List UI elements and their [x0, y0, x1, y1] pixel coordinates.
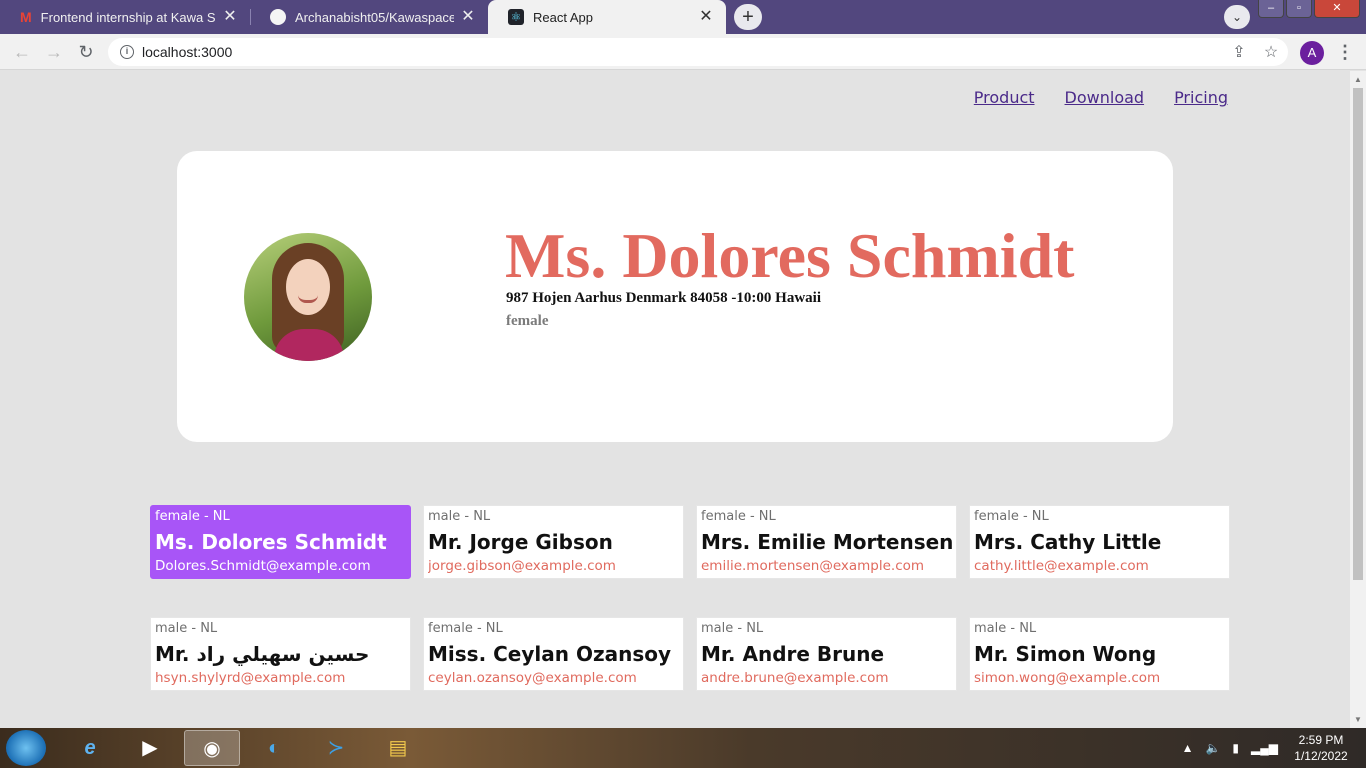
close-icon[interactable]: ✕: [460, 9, 476, 25]
user-card[interactable]: male - NL Mr. Andre Brune andre.brune@ex…: [696, 617, 957, 691]
menu-dots-icon[interactable]: ⋮: [1336, 41, 1354, 63]
user-card-name: Mrs. Cathy Little: [974, 530, 1162, 554]
clock-time: 2:59 PM: [1298, 733, 1344, 747]
profile-avatar[interactable]: A: [1300, 41, 1324, 65]
github-icon: [270, 9, 286, 25]
user-card-meta: female - NL: [155, 509, 230, 524]
profile-name: Ms. Dolores Schmidt: [505, 220, 1075, 291]
user-card-name: Mr. Andre Brune: [701, 642, 885, 666]
user-card-name: Mr. Simon Wong: [974, 642, 1157, 666]
url-text[interactable]: localhost:3000: [142, 44, 232, 60]
network-signal-icon[interactable]: ▂▄▆: [1251, 741, 1278, 755]
back-arrow-icon[interactable]: ←: [12, 42, 32, 62]
user-card-meta: male - NL: [428, 509, 491, 524]
tab-title: Frontend internship at Kawa Space: [40, 9, 216, 25]
user-card[interactable]: male - NL Mr. حسين سهيلي راد hsyn.shylyr…: [150, 617, 411, 691]
chrome-icon[interactable]: ◉: [184, 730, 240, 766]
nav-link-download[interactable]: Download: [1065, 88, 1145, 107]
scroll-up-arrow-icon[interactable]: ▲: [1353, 75, 1363, 84]
user-card-email: emilie.mortensen@example.com: [701, 558, 925, 574]
gmail-icon: M: [20, 9, 32, 25]
battery-icon[interactable]: ▮: [1232, 741, 1239, 755]
user-card-email: simon.wong@example.com: [974, 670, 1161, 686]
reload-icon[interactable]: ↻: [76, 42, 96, 62]
user-card-grid: female - NL Ms. Dolores Schmidt Dolores.…: [150, 505, 1230, 691]
react-icon: ⚛: [508, 9, 524, 25]
media-player-icon[interactable]: ▶: [122, 730, 178, 766]
user-card-name: Mrs. Emilie Mortensen: [701, 530, 952, 554]
user-card-email: hsyn.shylyrd@example.com: [155, 670, 346, 686]
user-card-email: jorge.gibson@example.com: [428, 558, 616, 574]
user-card-email: ceylan.ozansoy@example.com: [428, 670, 637, 686]
tab-react-app[interactable]: ⚛ React App ✕: [488, 0, 726, 34]
user-card-name: Mr. Jorge Gibson: [428, 530, 613, 554]
user-card-name: Mr. حسين سهيلي راد: [155, 642, 370, 666]
page-scrollbar[interactable]: ▲ ▼: [1350, 71, 1366, 728]
close-icon[interactable]: ✕: [698, 9, 714, 25]
vscode-icon[interactable]: ≻: [308, 730, 364, 766]
scroll-down-arrow-icon[interactable]: ▼: [1353, 715, 1363, 724]
user-card[interactable]: female - NL Ms. Dolores Schmidt Dolores.…: [150, 505, 411, 579]
start-button[interactable]: [6, 730, 46, 766]
user-card-email: andre.brune@example.com: [701, 670, 889, 686]
tab-github[interactable]: Archanabisht05/Kawaspace ✕: [250, 0, 488, 34]
user-card[interactable]: female - NL Mrs. Cathy Little cathy.litt…: [969, 505, 1230, 579]
user-card-meta: male - NL: [155, 621, 218, 636]
browser-toolbar: ← → ↻ i localhost:3000 ⇪ ☆ A ⋮: [0, 34, 1366, 70]
file-explorer-icon[interactable]: ▤: [370, 730, 426, 766]
scrollbar-thumb[interactable]: [1353, 88, 1363, 580]
nav-link-product[interactable]: Product: [974, 88, 1035, 107]
internet-explorer-icon[interactable]: e: [62, 730, 118, 766]
profile-address: 987 Hojen Aarhus Denmark 84058 -10:00 Ha…: [506, 290, 821, 306]
share-icon[interactable]: ⇪: [1230, 44, 1248, 62]
volume-icon[interactable]: 🔈: [1205, 741, 1220, 755]
user-card-meta: male - NL: [701, 621, 764, 636]
user-card-meta: male - NL: [974, 621, 1037, 636]
user-card-name: Miss. Ceylan Ozansoy: [428, 642, 672, 666]
tab-title: Archanabisht05/Kawaspace: [295, 9, 454, 25]
user-card[interactable]: male - NL Mr. Jorge Gibson jorge.gibson@…: [423, 505, 684, 579]
close-icon[interactable]: ✕: [222, 9, 238, 25]
windows-taskbar: e ▶ ◉ ◐ ≻ ▤ ▲ 🔈 ▮ ▂▄▆ 2:59 PM 1/12/2022: [0, 728, 1366, 768]
nav-link-pricing[interactable]: Pricing: [1174, 88, 1228, 107]
info-icon[interactable]: i: [120, 45, 134, 59]
tab-search-chevron-icon[interactable]: ⌄: [1224, 5, 1250, 29]
user-card[interactable]: female - NL Mrs. Emilie Mortensen emilie…: [696, 505, 957, 579]
user-card-meta: female - NL: [974, 509, 1049, 524]
system-clock[interactable]: 2:59 PM 1/12/2022: [1290, 732, 1352, 764]
user-card-meta: female - NL: [701, 509, 776, 524]
new-tab-button[interactable]: +: [734, 4, 762, 30]
close-window-button[interactable]: ✕: [1314, 0, 1360, 18]
browser-tab-bar: M Frontend internship at Kawa Space ✕ Ar…: [0, 0, 1366, 34]
profile-gender: female: [506, 313, 549, 329]
page-viewport: Product Download Pricing Ms. Dolores Sch…: [0, 71, 1350, 728]
profile-card: Ms. Dolores Schmidt 987 Hojen Aarhus Den…: [177, 151, 1173, 442]
user-card-meta: female - NL: [428, 621, 503, 636]
user-card-name: Ms. Dolores Schmidt: [155, 530, 387, 554]
address-bar[interactable]: i localhost:3000 ⇪ ☆: [108, 38, 1288, 66]
forward-arrow-icon[interactable]: →: [44, 42, 64, 62]
tab-gmail[interactable]: M Frontend internship at Kawa Space ✕: [0, 0, 250, 34]
top-navigation: Product Download Pricing: [974, 88, 1228, 107]
show-hidden-icons-icon[interactable]: ▲: [1182, 741, 1194, 755]
bookmark-star-icon[interactable]: ☆: [1262, 44, 1280, 62]
user-card[interactable]: female - NL Miss. Ceylan Ozansoy ceylan.…: [423, 617, 684, 691]
tab-title: React App: [533, 9, 593, 25]
edge-icon[interactable]: ◐: [246, 730, 302, 766]
user-card-email: cathy.little@example.com: [974, 558, 1149, 574]
window-controls: – ▫ ✕: [1256, 0, 1360, 18]
clock-date: 1/12/2022: [1294, 749, 1348, 763]
user-card[interactable]: male - NL Mr. Simon Wong simon.wong@exam…: [969, 617, 1230, 691]
maximize-button[interactable]: ▫: [1286, 0, 1312, 18]
system-tray: ▲ 🔈 ▮ ▂▄▆ 2:59 PM 1/12/2022: [1182, 732, 1352, 764]
profile-photo: [244, 233, 372, 361]
minimize-button[interactable]: –: [1258, 0, 1284, 18]
user-card-email: Dolores.Schmidt@example.com: [155, 558, 371, 574]
